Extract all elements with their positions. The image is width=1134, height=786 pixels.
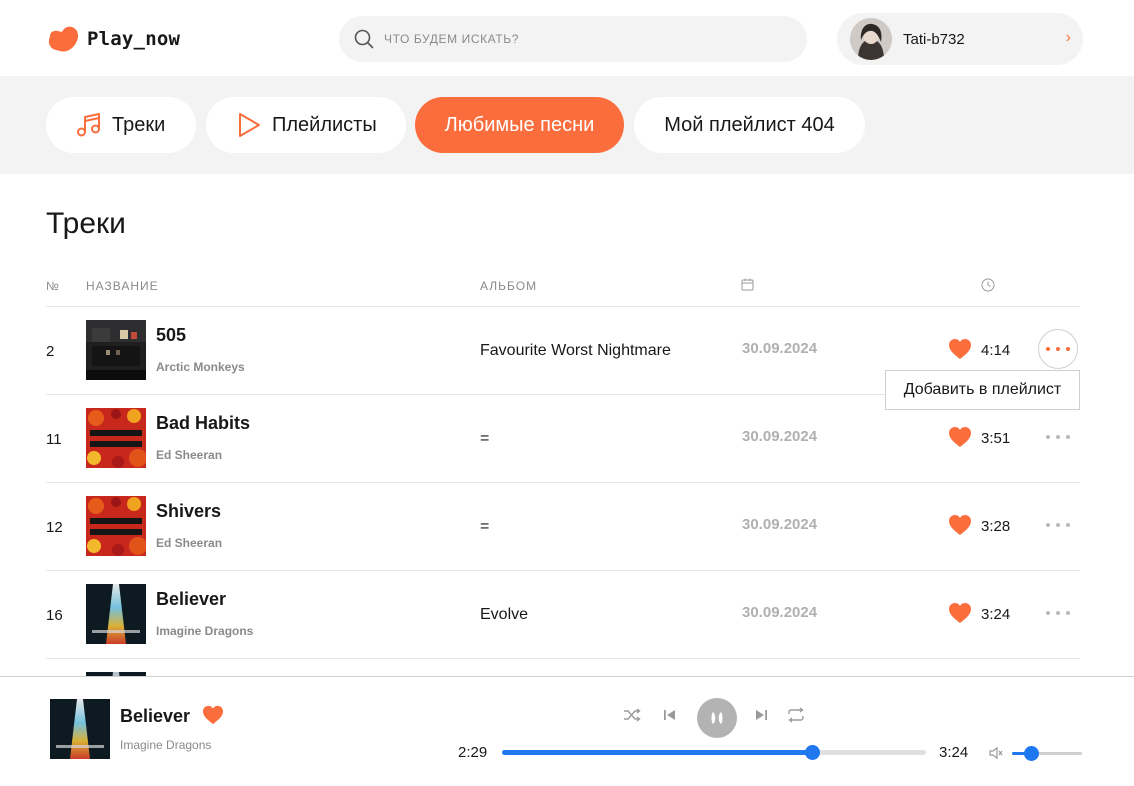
track-number: 11 [46, 431, 62, 448]
search-icon [354, 29, 374, 49]
music-note-icon [74, 110, 104, 140]
album-cover[interactable] [86, 408, 146, 468]
track-album[interactable]: Favourite Worst Nightmare [480, 342, 671, 360]
tab-favorites[interactable]: Любимые песни [415, 97, 624, 153]
heart-icon[interactable] [948, 602, 972, 624]
clock-icon [981, 278, 995, 295]
now-playing-cover[interactable] [50, 699, 110, 759]
progress-bar[interactable] [502, 745, 926, 760]
more-options-button[interactable] [1038, 329, 1078, 369]
shuffle-icon[interactable] [623, 706, 641, 724]
track-duration: 3:51 [981, 430, 1011, 447]
heart-icon[interactable] [948, 514, 972, 536]
search-bar[interactable] [339, 16, 807, 62]
table-row[interactable]: 12 Shivers Ed Sheeran = 30.09.2024 3:28 [46, 483, 1080, 571]
tab-tracks[interactable]: Треки [46, 97, 196, 153]
track-artist[interactable]: Imagine Dragons [156, 624, 253, 638]
table-row[interactable] [46, 659, 1080, 676]
table-header: № НАЗВАНИЕ АЛЬБОМ [46, 271, 1080, 307]
column-album: АЛЬБОМ [480, 279, 538, 293]
pause-button[interactable] [697, 698, 737, 738]
tab-playlists[interactable]: Плейлисты [206, 97, 406, 153]
logo[interactable]: Play_now [46, 24, 180, 54]
track-date: 30.09.2024 [742, 516, 818, 533]
track-list: 2 505 Arctic Monkeys Favourite Worst Nig… [46, 307, 1080, 676]
tab-my-playlist[interactable]: Мой плейлист 404 [634, 97, 865, 153]
pause-icon [711, 712, 723, 724]
add-to-playlist-menu-item[interactable]: Добавить в плейлист [885, 370, 1080, 410]
column-name: НАЗВАНИЕ [86, 279, 159, 293]
track-album[interactable]: = [480, 430, 489, 448]
tab-label: Любимые песни [444, 113, 595, 136]
album-cover[interactable] [86, 584, 146, 644]
track-number: 16 [46, 607, 63, 624]
track-title[interactable]: Believer [156, 589, 226, 610]
current-time: 2:29 [458, 744, 488, 761]
heart-icon[interactable] [948, 426, 972, 448]
progress-fill [502, 750, 812, 755]
tab-label: Треки [112, 113, 166, 136]
track-artist[interactable]: Ed Sheeran [156, 448, 222, 462]
avatar [850, 18, 892, 60]
track-duration: 3:24 [981, 606, 1011, 623]
track-album[interactable]: = [480, 518, 489, 536]
more-options-button[interactable] [1038, 505, 1078, 545]
logo-text: Play_now [87, 28, 181, 50]
heart-icon[interactable] [948, 338, 972, 360]
track-title[interactable]: Shivers [156, 501, 221, 522]
volume-handle[interactable] [1023, 746, 1039, 761]
more-options-button[interactable] [1038, 417, 1078, 457]
username: Tati-b732 [903, 30, 965, 48]
repeat-icon[interactable] [787, 706, 805, 724]
table-row[interactable]: 16 Believer Imagine Dragons Evolve 30.09… [46, 571, 1080, 659]
track-duration: 3:28 [981, 518, 1011, 535]
player-bar: Believer Imagine Dragons 2:29 3:24 [0, 676, 1134, 786]
track-album[interactable]: Evolve [480, 606, 528, 624]
track-title[interactable]: 505 [156, 325, 186, 346]
album-cover[interactable] [86, 320, 146, 380]
track-artist[interactable]: Arctic Monkeys [156, 360, 245, 374]
volume-icon[interactable] [988, 745, 1004, 761]
calendar-icon [741, 278, 754, 294]
total-time: 3:24 [939, 744, 969, 761]
chevron-right-icon: › [1065, 29, 1071, 46]
column-num: № [46, 279, 60, 293]
previous-icon[interactable] [660, 706, 678, 724]
track-duration: 4:14 [981, 342, 1011, 359]
now-playing-artist[interactable]: Imagine Dragons [120, 738, 211, 752]
page-title: Треки [46, 207, 126, 240]
track-date: 30.09.2024 [742, 604, 818, 621]
user-menu[interactable]: Tati-b732 › [837, 13, 1083, 65]
search-input[interactable] [384, 32, 764, 46]
heart-icon[interactable] [202, 705, 224, 725]
track-artist[interactable]: Ed Sheeran [156, 536, 222, 550]
now-playing-title[interactable]: Believer [120, 706, 190, 727]
album-cover[interactable] [86, 496, 146, 556]
progress-handle[interactable] [804, 745, 820, 760]
nav-bar: Треки Плейлисты Любимые песни Мой плейли… [0, 76, 1134, 174]
track-number: 2 [46, 343, 55, 360]
track-date: 30.09.2024 [742, 428, 818, 445]
more-options-button[interactable] [1038, 593, 1078, 633]
header: Play_now Tati-b732 › [0, 0, 1134, 76]
tab-label: Мой плейлист 404 [664, 113, 835, 136]
volume-slider[interactable] [1012, 746, 1082, 761]
track-number: 12 [46, 519, 63, 536]
logo-icon [48, 26, 79, 52]
track-date: 30.09.2024 [742, 340, 818, 357]
next-icon[interactable] [753, 706, 771, 724]
track-title[interactable]: Bad Habits [156, 413, 250, 434]
play-icon [234, 110, 264, 140]
tab-label: Плейлисты [272, 113, 377, 136]
